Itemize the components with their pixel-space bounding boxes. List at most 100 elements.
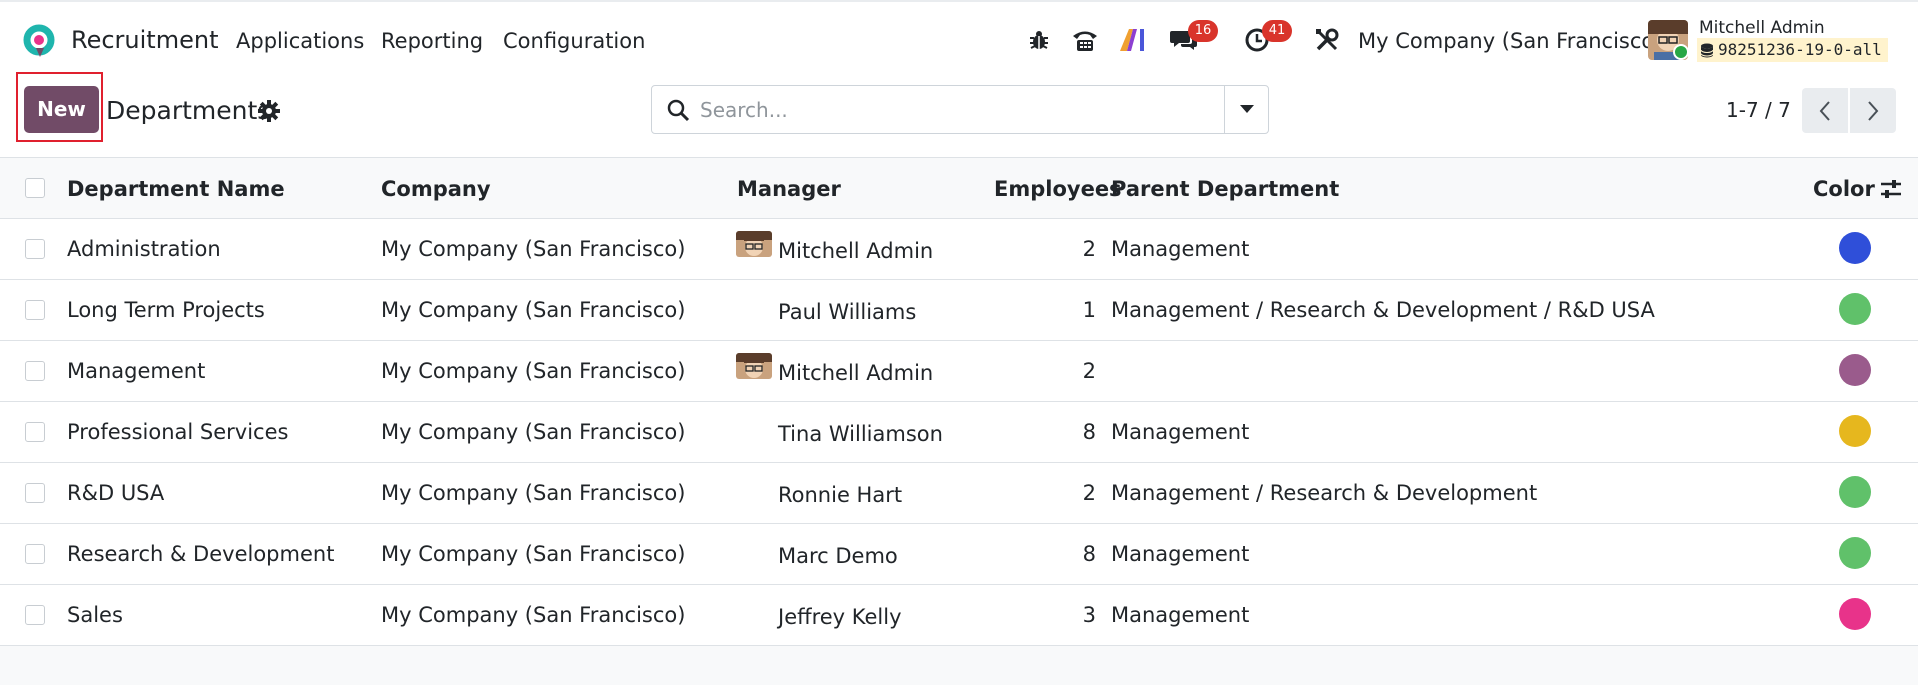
caret-down-icon [1239, 105, 1254, 113]
cell-manager[interactable]: Marc Demo [778, 544, 898, 568]
header-employees[interactable]: Employees [994, 177, 1122, 201]
search-bar [651, 85, 1269, 134]
sliders-icon[interactable] [1879, 177, 1903, 201]
cell-company[interactable]: My Company (San Francisco) [381, 603, 685, 627]
new-button[interactable]: New [24, 86, 99, 133]
cell-manager[interactable]: Jeffrey Kelly [778, 605, 902, 629]
database-chip: 98251236-19-0-all [1697, 38, 1888, 62]
cell-company[interactable]: My Company (San Francisco) [381, 237, 685, 261]
online-status-dot [1673, 44, 1689, 60]
cell-manager[interactable]: Mitchell Admin [778, 239, 933, 263]
table-row[interactable]: Sales My Company (San Francisco) Jeffrey K… [0, 585, 1918, 646]
breadcrumb: Departments [106, 96, 271, 125]
odoo-logo-icon[interactable] [22, 24, 56, 58]
departments-table: Department Name Company Manager Employee… [0, 159, 1918, 646]
cell-manager[interactable]: Ronnie Hart [778, 483, 902, 507]
row-checkbox[interactable] [25, 239, 45, 259]
color-dot[interactable] [1839, 537, 1871, 569]
app-name[interactable]: Recruitment [71, 26, 218, 54]
cell-employees[interactable]: 2 [1006, 359, 1096, 383]
gear-icon[interactable] [258, 100, 280, 122]
phone-icon[interactable] [1070, 26, 1100, 54]
chat-icon[interactable]: 16 [1168, 20, 1218, 54]
cell-company[interactable]: My Company (San Francisco) [381, 481, 685, 505]
select-all-checkbox[interactable] [25, 178, 45, 198]
header-parent-department[interactable]: Parent Department [1111, 177, 1339, 201]
cell-employees[interactable]: 1 [1006, 298, 1096, 322]
pager-next-button[interactable] [1850, 88, 1896, 133]
manager-avatar [736, 353, 772, 379]
row-checkbox[interactable] [25, 544, 45, 564]
table-row[interactable]: Research & Development My Company (San Fr… [0, 524, 1918, 585]
color-dot[interactable] [1839, 232, 1871, 264]
search-icon [667, 99, 690, 122]
cell-parent-department[interactable]: Management [1111, 542, 1249, 566]
pager-previous-button[interactable] [1802, 88, 1848, 133]
header-company[interactable]: Company [381, 177, 491, 201]
cell-department-name[interactable]: Sales [67, 603, 123, 627]
header-department-name[interactable]: Department Name [67, 177, 285, 201]
row-checkbox[interactable] [25, 483, 45, 503]
search-dropdown-toggle[interactable] [1224, 86, 1268, 133]
cell-department-name[interactable]: Professional Services [67, 420, 288, 444]
header-manager[interactable]: Manager [737, 177, 841, 201]
ai-icon[interactable] [1119, 26, 1147, 54]
chevron-left-icon [1819, 100, 1830, 121]
header-color[interactable]: Color [1813, 177, 1875, 201]
color-dot[interactable] [1839, 415, 1871, 447]
pager-value[interactable]: 1-7 / 7 [1726, 98, 1791, 122]
cell-employees[interactable]: 2 [1006, 237, 1096, 261]
cell-company[interactable]: My Company (San Francisco) [381, 298, 685, 322]
row-checkbox[interactable] [25, 361, 45, 381]
cell-department-name[interactable]: R&D USA [67, 481, 164, 505]
manager-avatar [736, 231, 772, 257]
table-row[interactable]: Professional Services My Company (San Fra… [0, 402, 1918, 463]
color-dot[interactable] [1839, 293, 1871, 325]
activities-badge: 41 [1262, 20, 1292, 42]
database-name: 98251236-19-0-all [1718, 40, 1882, 59]
tools-icon[interactable] [1313, 26, 1341, 54]
cell-department-name[interactable]: Research & Development [67, 542, 334, 566]
empty-area [0, 646, 1918, 685]
color-dot[interactable] [1839, 354, 1871, 386]
company-switcher[interactable]: My Company (San Francisco) [1358, 29, 1662, 53]
bug-icon[interactable] [1026, 26, 1052, 54]
cell-company[interactable]: My Company (San Francisco) [381, 359, 685, 383]
menu-configuration[interactable]: Configuration [503, 29, 645, 53]
chevron-right-icon [1868, 100, 1879, 121]
cell-parent-department[interactable]: Management [1111, 237, 1249, 261]
color-dot[interactable] [1839, 476, 1871, 508]
menu-applications[interactable]: Applications [236, 29, 364, 53]
cell-department-name[interactable]: Management [67, 359, 205, 383]
menu-reporting[interactable]: Reporting [381, 29, 483, 53]
row-checkbox[interactable] [25, 605, 45, 625]
cell-company[interactable]: My Company (San Francisco) [381, 420, 685, 444]
clock-icon[interactable]: 41 [1242, 20, 1292, 54]
cell-employees[interactable]: 2 [1006, 481, 1096, 505]
table-row[interactable]: Management My Company (San Francisco) Mitc… [0, 341, 1918, 402]
cell-department-name[interactable]: Administration [67, 237, 221, 261]
cell-manager[interactable]: Mitchell Admin [778, 361, 933, 385]
cell-employees[interactable]: 8 [1006, 542, 1096, 566]
cell-company[interactable]: My Company (San Francisco) [381, 542, 685, 566]
cell-employees[interactable]: 8 [1006, 420, 1096, 444]
messages-badge: 16 [1188, 20, 1218, 42]
cell-parent-department[interactable]: Management [1111, 420, 1249, 444]
top-navbar: Recruitment Applications Reporting Confi… [0, 0, 1918, 76]
cell-manager[interactable]: Paul Williams [778, 300, 916, 324]
table-row[interactable]: R&D USA My Company (San Francisco) Ronnie … [0, 463, 1918, 524]
table-header: Department Name Company Manager Employee… [0, 159, 1918, 219]
cell-parent-department[interactable]: Management / Research & Development [1111, 481, 1537, 505]
cell-parent-department[interactable]: Management / Research & Development / R&… [1111, 298, 1655, 322]
row-checkbox[interactable] [25, 422, 45, 442]
cell-employees[interactable]: 3 [1006, 603, 1096, 627]
color-dot[interactable] [1839, 598, 1871, 630]
search-input[interactable] [700, 96, 1200, 124]
cell-parent-department[interactable]: Management [1111, 603, 1249, 627]
cell-manager[interactable]: Tina Williamson [778, 422, 943, 446]
table-row[interactable]: Long Term Projects My Company (San Franci… [0, 280, 1918, 341]
table-row[interactable]: Administration My Company (San Francisco)… [0, 219, 1918, 280]
user-name[interactable]: Mitchell Admin [1699, 18, 1825, 38]
cell-department-name[interactable]: Long Term Projects [67, 298, 265, 322]
row-checkbox[interactable] [25, 300, 45, 320]
